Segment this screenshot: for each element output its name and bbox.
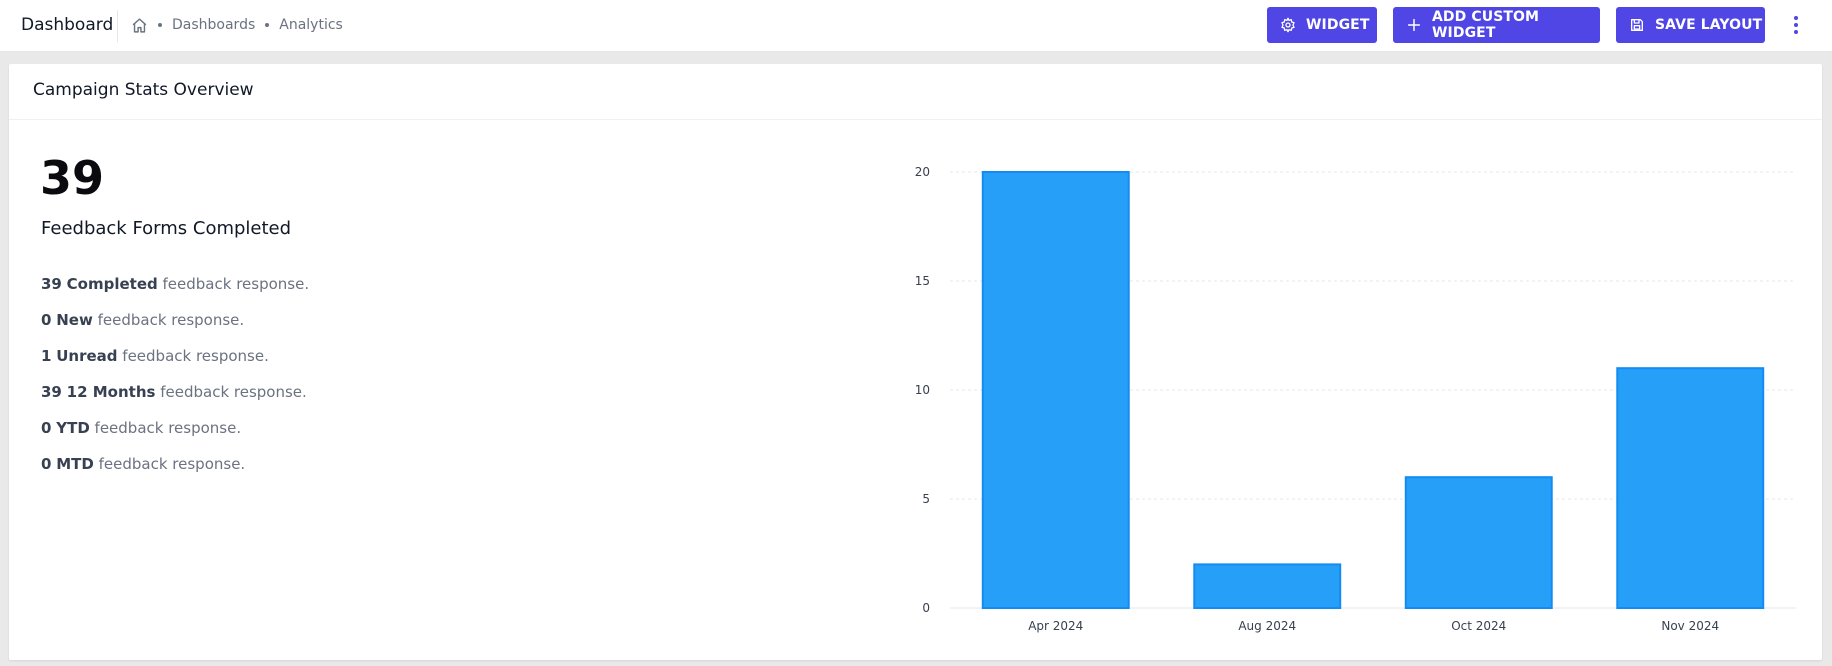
save-layout-button[interactable]: SAVE LAYOUT: [1616, 7, 1765, 43]
title-divider: [117, 10, 118, 42]
stat-label: 12 Months: [66, 383, 156, 401]
save-icon: [1629, 17, 1645, 33]
plus-icon: [1406, 17, 1422, 33]
card-title: Campaign Stats Overview: [33, 80, 254, 100]
breadcrumb-dashboards[interactable]: Dashboards: [172, 17, 255, 33]
stat-value: 0: [41, 455, 52, 473]
feedback-bar-chart: 0 5 10 15 20 Apr 2024 Aug 2024 Oct 2024 Nov 2024: [900, 150, 1800, 650]
stat-item: 0 MTD feedback response.: [41, 455, 309, 491]
stat-value: 0: [41, 419, 52, 437]
add-custom-widget-label: ADD CUSTOM WIDGET: [1432, 9, 1540, 41]
stat-item: 39 12 Months feedback response.: [41, 383, 309, 419]
add-custom-widget-button[interactable]: ADD CUSTOM WIDGET: [1393, 7, 1600, 43]
stat-item: 39 Completed feedback response.: [41, 275, 309, 311]
stat-list: 39 Completed feedback response. 0 New fe…: [41, 275, 309, 491]
more-options-icon[interactable]: [1786, 14, 1806, 36]
stat-label: YTD: [56, 419, 90, 437]
breadcrumb-analytics: Analytics: [279, 17, 343, 33]
y-tick-label: 0: [922, 601, 930, 615]
stat-label: New: [56, 311, 93, 329]
big-number-label: Feedback Forms Completed: [41, 218, 292, 239]
x-tick-label: Nov 2024: [1661, 619, 1719, 633]
home-icon[interactable]: [131, 17, 148, 34]
x-tick-label: Aug 2024: [1238, 619, 1296, 633]
top-bar: Dashboard Dashboards Analytics WIDGET AD…: [0, 0, 1832, 52]
breadcrumb-separator: [265, 23, 270, 27]
widget-button-label: WIDGET: [1306, 17, 1370, 33]
app-title: Dashboard: [21, 15, 114, 35]
card-header: Campaign Stats Overview: [9, 64, 1822, 120]
y-tick-label: 20: [915, 165, 930, 179]
y-tick-label: 5: [922, 492, 930, 506]
stat-label: MTD: [56, 455, 94, 473]
y-tick-label: 10: [915, 383, 930, 397]
stat-value: 39: [41, 275, 62, 293]
stat-label: Unread: [56, 347, 118, 365]
stat-item: 0 New feedback response.: [41, 311, 309, 347]
stat-value: 1: [41, 347, 52, 365]
stat-item: 1 Unread feedback response.: [41, 347, 309, 383]
stat-value: 0: [41, 311, 52, 329]
bar: [1404, 476, 1553, 610]
bar: [1193, 563, 1342, 609]
widget-button[interactable]: WIDGET: [1267, 7, 1377, 43]
breadcrumb: Dashboards Analytics: [131, 15, 343, 35]
stat-suffix: feedback response.: [97, 311, 245, 329]
x-tick-label: Apr 2024: [1028, 619, 1083, 633]
bar: [981, 171, 1130, 609]
gear-icon: [1280, 17, 1296, 33]
stat-value: 39: [41, 383, 62, 401]
stat-item: 0 YTD feedback response.: [41, 419, 309, 455]
chart-svg: 0 5 10 15 20 Apr 2024 Aug 2024 Oct 2024 Nov 2024: [915, 165, 1796, 633]
bar: [1616, 367, 1765, 609]
stat-label: Completed: [66, 275, 158, 293]
stat-suffix: feedback response.: [122, 347, 269, 365]
big-number: 39: [40, 151, 105, 205]
y-tick-label: 15: [915, 274, 930, 288]
x-tick-label: Oct 2024: [1451, 619, 1506, 633]
stat-suffix: feedback response.: [98, 455, 246, 473]
stat-suffix: feedback response.: [160, 383, 307, 401]
save-layout-label: SAVE LAYOUT: [1655, 17, 1763, 33]
breadcrumb-separator: [158, 23, 162, 27]
stat-suffix: feedback response.: [162, 275, 310, 293]
stat-suffix: feedback response.: [94, 419, 242, 437]
